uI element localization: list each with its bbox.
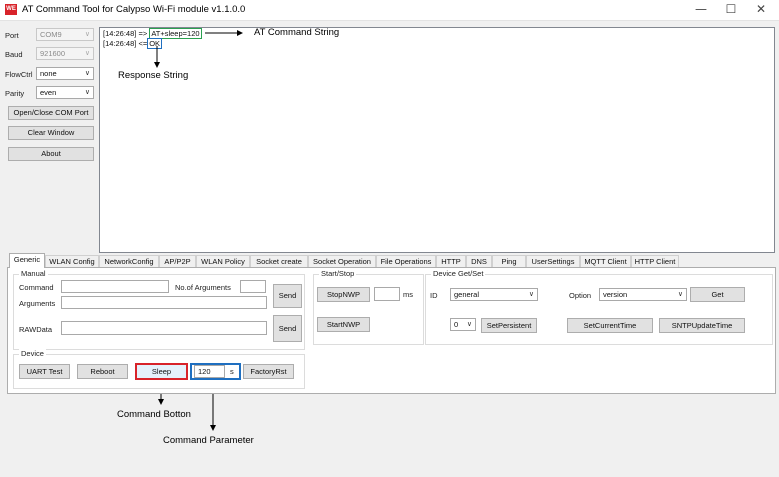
tab-generic[interactable]: Generic: [9, 253, 45, 268]
reboot-button[interactable]: Reboot: [77, 364, 128, 379]
get-button[interactable]: Get: [690, 287, 745, 302]
rawdata-label: RAWData: [19, 325, 53, 334]
command-label: Command: [19, 283, 54, 292]
persistent-value: 0: [454, 320, 459, 329]
arguments-input[interactable]: [61, 296, 267, 309]
option-select[interactable]: version ∨: [599, 288, 687, 301]
sleep-button[interactable]: Sleep: [135, 363, 188, 380]
sleep-unit-label: s: [230, 367, 234, 376]
arguments-label: Arguments: [19, 299, 56, 308]
option-value: version: [603, 290, 628, 299]
set-persistent-button[interactable]: SetPersistent: [481, 318, 537, 333]
num-arguments-label: No.of Arguments: [175, 283, 231, 292]
start-nwp-button[interactable]: StartNWP: [317, 317, 370, 332]
id-select[interactable]: general ∨: [450, 288, 538, 301]
annotation-response-string: Response String: [118, 70, 189, 81]
id-value: general: [454, 290, 480, 299]
annotation-command-button: Command Botton: [117, 409, 191, 420]
ms-unit-label: ms: [403, 290, 413, 299]
chevron-down-icon: ∨: [677, 291, 683, 298]
start-stop-group-title: Start/Stop: [319, 269, 357, 278]
sleep-parameter-input[interactable]: 120: [194, 365, 225, 378]
device-group-title: Device: [19, 349, 46, 358]
chevron-down-icon: ∨: [528, 291, 534, 298]
arrow-head-icon: [210, 425, 216, 431]
rawdata-input[interactable]: [61, 321, 267, 335]
chevron-down-icon: ∨: [466, 321, 472, 328]
annotation-command-parameter: Command Parameter: [163, 435, 254, 446]
sleep-parameter-group: 120 s: [190, 363, 241, 380]
stop-nwp-button[interactable]: StopNWP: [317, 287, 370, 302]
device-get-set-group: Device Get/Set: [425, 269, 773, 345]
sntp-update-time-button[interactable]: SNTPUpdateTime: [659, 318, 745, 333]
annotation-at-command-string: AT Command String: [254, 27, 340, 38]
stop-timeout-input[interactable]: [374, 287, 400, 301]
annotation-arrows: [154, 30, 243, 431]
persistent-select[interactable]: 0 ∨: [450, 318, 476, 331]
option-label: Option: [569, 291, 592, 300]
arrow-head-icon: [237, 30, 243, 36]
arrow-head-icon: [158, 399, 164, 405]
set-current-time-button[interactable]: SetCurrentTime: [567, 318, 653, 333]
device-get-set-group-title: Device Get/Set: [431, 269, 486, 278]
manual-group-title: Manual: [19, 269, 48, 278]
start-stop-group: Start/Stop: [313, 269, 424, 345]
tab-panel-generic: Manual Command No.of Arguments Arguments…: [7, 267, 776, 394]
command-input[interactable]: [61, 280, 169, 293]
send-command-button[interactable]: Send: [273, 284, 302, 308]
num-arguments-input[interactable]: [240, 280, 266, 293]
send-rawdata-button[interactable]: Send: [273, 315, 302, 342]
factory-reset-button[interactable]: FactoryRst: [243, 364, 294, 379]
uart-test-button[interactable]: UART Test: [19, 364, 70, 379]
arrow-head-icon: [154, 62, 160, 68]
id-label: ID: [430, 291, 438, 300]
